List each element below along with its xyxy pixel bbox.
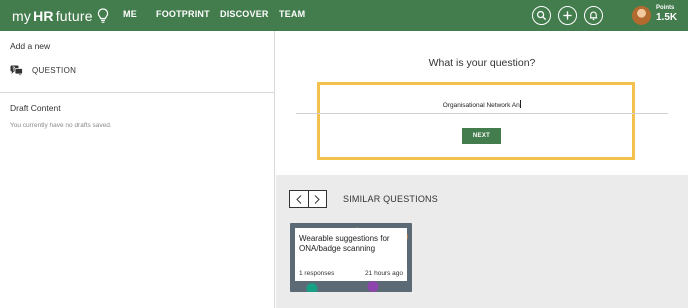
carousel-arrows — [289, 190, 327, 208]
question-form: What is your question? Organisational Ne… — [276, 31, 688, 175]
nav-item-discover[interactable]: DISCOVER — [220, 9, 269, 19]
points-value: 1.5K — [656, 12, 678, 23]
add-question-label: QUESTION — [32, 66, 77, 75]
card-responses: 1 responses — [299, 270, 335, 277]
add-button[interactable] — [558, 6, 577, 25]
avatar[interactable] — [632, 6, 651, 25]
search-button[interactable] — [532, 6, 551, 25]
question-icon: ? — [10, 65, 23, 76]
svg-text:?: ? — [12, 66, 15, 72]
lightbulb-icon — [97, 8, 108, 23]
question-input-underline — [296, 113, 668, 114]
search-icon — [536, 10, 547, 21]
logo-my: my — [12, 8, 32, 24]
highlight-box — [317, 82, 635, 160]
nav-item-footprint[interactable]: FOOTPRINT — [156, 9, 210, 19]
divider — [0, 92, 275, 93]
bell-icon — [589, 11, 598, 21]
add-question-item[interactable]: ? QUESTION — [10, 65, 76, 76]
question-heading: What is your question? — [428, 57, 536, 69]
next-carousel-button[interactable] — [309, 191, 327, 207]
similar-questions-section: SIMILAR QUESTIONS Wearable suggestions f… — [276, 175, 688, 308]
nav-item-me[interactable]: ME — [123, 9, 137, 19]
notifications-button[interactable] — [584, 6, 603, 25]
logo-future: future — [55, 8, 93, 24]
card-content: Wearable suggestions for ONA/badge scann… — [295, 228, 407, 281]
chevron-left-icon — [296, 194, 302, 204]
similar-questions-title: SIMILAR QUESTIONS — [343, 194, 438, 204]
nav-item-team[interactable]: TEAM — [279, 9, 305, 19]
add-new-title: Add a new — [10, 41, 51, 51]
question-input-value: Organisational Network An — [442, 102, 520, 109]
similar-question-card[interactable]: Wearable suggestions for ONA/badge scann… — [290, 223, 412, 292]
question-input[interactable]: Organisational Network An — [276, 100, 688, 109]
plus-icon — [563, 11, 572, 20]
points-label: Points — [656, 5, 675, 11]
draft-content-title: Draft Content — [10, 103, 61, 113]
logo-hr: HR — [33, 8, 54, 24]
card-title: Wearable suggestions for ONA/badge scann… — [299, 234, 390, 253]
prev-button[interactable] — [290, 191, 309, 207]
points-badge[interactable]: Points 1.5K — [656, 5, 677, 23]
card-time: 21 hours ago — [365, 270, 403, 277]
chevron-right-icon — [314, 194, 320, 204]
card-meta: 1 responses 21 hours ago — [299, 270, 403, 277]
next-button[interactable]: NEXT — [462, 128, 501, 144]
text-caret — [520, 100, 522, 108]
sidebar: Add a new ? QUESTION Draft Content You c… — [0, 31, 275, 308]
drafts-empty-text: You currently have no drafts saved. — [10, 122, 112, 129]
top-nav-bar: my HR future ME FOOTPRINT DISCOVER TEAM — [0, 0, 688, 31]
logo[interactable]: my HR future — [12, 5, 109, 27]
